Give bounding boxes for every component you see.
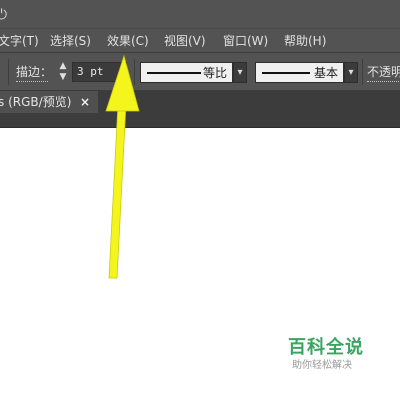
- brush-label: 基本: [314, 66, 339, 80]
- document-tab[interactable]: s (RGB/预览) ×: [0, 91, 98, 113]
- opacity-label-underline: [367, 81, 400, 82]
- separator: [362, 59, 363, 85]
- stroke-label-underline: [16, 81, 48, 82]
- document-tab-label: s (RGB/预览): [0, 94, 71, 110]
- chevron-down-icon[interactable]: ▾: [233, 62, 247, 83]
- separator: [8, 59, 9, 85]
- power-icon: ⏻: [0, 7, 8, 23]
- profile-label: 等比: [203, 66, 228, 80]
- menu-item-help[interactable]: 帮助(H): [284, 33, 326, 50]
- opacity-label[interactable]: 不透明: [367, 64, 400, 80]
- menu-item-type[interactable]: 文字(T): [0, 33, 39, 50]
- chevron-up-icon[interactable]: ▲: [56, 61, 70, 72]
- brush-definition-dropdown[interactable]: 基本: [255, 62, 344, 83]
- chevron-down-icon[interactable]: ▼: [56, 72, 70, 83]
- menu-item-window[interactable]: 窗口(W): [223, 33, 268, 50]
- watermark-subtitle: 助你轻松解决: [292, 360, 352, 371]
- stroke-weight-input[interactable]: 3 pt: [72, 62, 127, 82]
- stroke-line-preview: [147, 72, 201, 74]
- separator: [134, 59, 135, 85]
- document-tab-prefix: s: [0, 95, 5, 109]
- watermark-title: 百科全说: [288, 337, 364, 358]
- stroke-weight-stepper[interactable]: ▲ ▼: [56, 61, 70, 83]
- document-tab-mode: (RGB/预览): [8, 95, 72, 109]
- menu-item-effect[interactable]: 效果(C): [107, 33, 149, 50]
- menu-bar: 文字(T) 选择(S) 效果(C) 视图(V) 窗口(W) 帮助(H): [0, 28, 400, 53]
- variable-width-profile-dropdown[interactable]: 等比: [140, 62, 233, 83]
- brush-line-preview: [262, 72, 310, 74]
- chevron-down-icon[interactable]: ▾: [344, 62, 358, 83]
- menu-item-select[interactable]: 选择(S): [50, 33, 91, 50]
- document-tab-bar: s (RGB/预览) ×: [0, 91, 400, 128]
- menu-item-view[interactable]: 视图(V): [164, 33, 206, 50]
- stroke-label[interactable]: 描边：: [16, 64, 52, 80]
- close-icon[interactable]: ×: [80, 94, 90, 110]
- control-bar: 描边： ▲ ▼ 3 pt 等比 ▾ 基本 ▾ 不透明: [0, 53, 400, 91]
- title-bar: ⏻: [0, 0, 400, 28]
